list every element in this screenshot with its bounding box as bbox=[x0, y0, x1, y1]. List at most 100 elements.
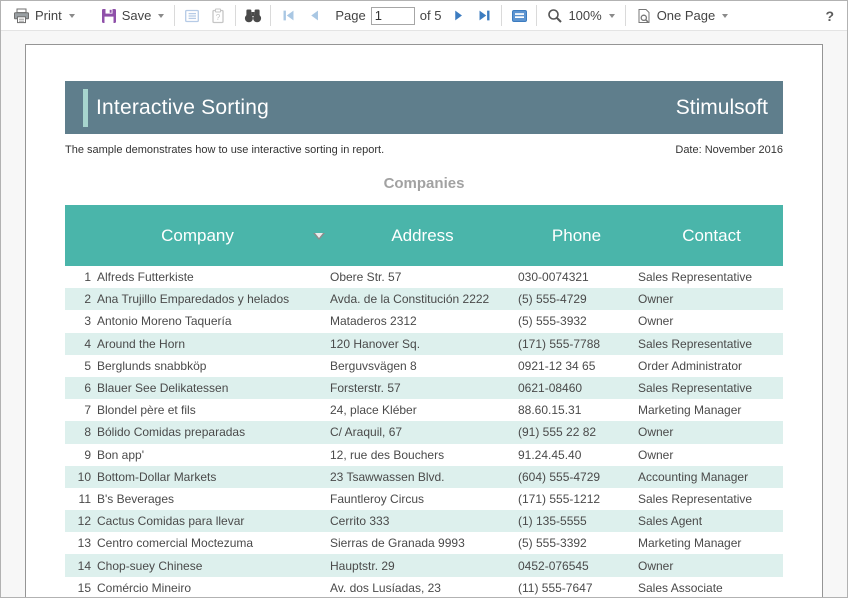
zoom-value: 100% bbox=[568, 8, 601, 23]
last-page-button[interactable] bbox=[471, 3, 497, 29]
next-page-icon bbox=[452, 9, 465, 22]
table-title: Companies bbox=[65, 175, 783, 192]
first-page-icon bbox=[282, 9, 295, 22]
sort-indicator-icon[interactable] bbox=[313, 233, 325, 240]
cell-phone: 0452-076545 bbox=[515, 559, 638, 573]
cell-company: Comércio Mineiro bbox=[97, 581, 330, 595]
cell-company: Chop-suey Chinese bbox=[97, 559, 330, 573]
cell-contact: Owner bbox=[638, 425, 785, 439]
cell-company: Alfreds Futterkiste bbox=[97, 270, 330, 284]
cell-company: Bottom-Dollar Markets bbox=[97, 470, 330, 484]
cell-phone: (91) 555 22 82 bbox=[515, 425, 638, 439]
row-number: 6 bbox=[65, 381, 97, 395]
cell-contact: Sales Representative bbox=[638, 270, 785, 284]
row-number: 11 bbox=[65, 492, 97, 506]
row-number: 12 bbox=[65, 514, 97, 528]
table-body: 1Alfreds FutterkisteObere Str. 57030-007… bbox=[65, 266, 783, 598]
magnifier-icon bbox=[547, 8, 563, 24]
first-page-button[interactable] bbox=[275, 3, 301, 29]
document-map-icon bbox=[184, 8, 200, 24]
chevron-down-icon bbox=[69, 14, 75, 18]
previous-page-icon bbox=[308, 9, 321, 22]
save-label: Save bbox=[122, 8, 152, 23]
toolbar-separator bbox=[625, 5, 626, 26]
cell-contact: Sales Representative bbox=[638, 337, 785, 351]
cell-contact: Sales Representative bbox=[638, 381, 785, 395]
row-number: 15 bbox=[65, 581, 97, 595]
column-header-phone[interactable]: Phone bbox=[515, 226, 638, 246]
toolbar-separator bbox=[501, 5, 502, 26]
cell-company: Cactus Comidas para llevar bbox=[97, 514, 330, 528]
bookmarks-button[interactable] bbox=[179, 3, 205, 29]
toolbar-separator bbox=[174, 5, 175, 26]
next-page-button[interactable] bbox=[445, 3, 471, 29]
cell-contact: Marketing Manager bbox=[638, 536, 785, 550]
full-screen-button[interactable] bbox=[506, 3, 532, 29]
previous-page-button[interactable] bbox=[301, 3, 327, 29]
row-number: 7 bbox=[65, 403, 97, 417]
column-header-company-label: Company bbox=[161, 226, 234, 245]
chevron-down-icon bbox=[158, 14, 164, 18]
chevron-down-icon bbox=[609, 14, 615, 18]
cell-contact: Owner bbox=[638, 448, 785, 462]
cell-company: Antonio Moreno Taquería bbox=[97, 314, 330, 328]
view-mode-value: One Page bbox=[657, 8, 716, 23]
cell-contact: Accounting Manager bbox=[638, 470, 785, 484]
cell-address: 12, rue des Bouchers bbox=[330, 448, 515, 462]
save-button[interactable]: Save bbox=[95, 3, 171, 29]
page-number-input[interactable] bbox=[371, 7, 415, 25]
cell-contact: Marketing Manager bbox=[638, 403, 785, 417]
cell-phone: (171) 555-1212 bbox=[515, 492, 638, 506]
brand-name: Stimulsoft bbox=[676, 96, 768, 120]
accent-bar bbox=[83, 89, 88, 127]
cell-company: Blauer See Delikatessen bbox=[97, 381, 330, 395]
cell-phone: 0621-08460 bbox=[515, 381, 638, 395]
cell-address: Cerrito 333 bbox=[330, 514, 515, 528]
find-button[interactable] bbox=[240, 3, 266, 29]
cell-contact: Sales Agent bbox=[638, 514, 785, 528]
cell-phone: 88.60.15.31 bbox=[515, 403, 638, 417]
toolbar-separator bbox=[536, 5, 537, 26]
toolbar-separator bbox=[235, 5, 236, 26]
cell-contact: Owner bbox=[638, 314, 785, 328]
cell-address: Avda. de la Constitución 2222 bbox=[330, 292, 515, 306]
cell-company: Centro comercial Moctezuma bbox=[97, 536, 330, 550]
column-header-address[interactable]: Address bbox=[330, 226, 515, 246]
cell-phone: 030-0074321 bbox=[515, 270, 638, 284]
cell-address: Berguvsvägen 8 bbox=[330, 359, 515, 373]
table-row: 13Centro comercial MoctezumaSierras de G… bbox=[65, 532, 783, 554]
print-label: Print bbox=[35, 8, 62, 23]
report-date: Date: November 2016 bbox=[675, 144, 783, 156]
zoom-dropdown[interactable]: 100% bbox=[541, 3, 620, 29]
view-mode-dropdown[interactable]: One Page bbox=[630, 3, 735, 29]
row-number: 2 bbox=[65, 292, 97, 306]
page-view-icon bbox=[636, 8, 652, 24]
report-meta: The sample demonstrates how to use inter… bbox=[65, 144, 783, 156]
column-header-company[interactable]: Company bbox=[65, 226, 330, 246]
cell-company: Blondel père et fils bbox=[97, 403, 330, 417]
viewer-area[interactable]: Interactive Sorting Stimulsoft The sampl… bbox=[1, 31, 847, 598]
report-page: Interactive Sorting Stimulsoft The sampl… bbox=[25, 44, 823, 598]
cell-address: 23 Tsawwassen Blvd. bbox=[330, 470, 515, 484]
print-button[interactable]: Print bbox=[7, 3, 81, 29]
cell-address: Forsterstr. 57 bbox=[330, 381, 515, 395]
row-number: 1 bbox=[65, 270, 97, 284]
help-button[interactable]: ? bbox=[825, 8, 834, 24]
cell-address: 24, place Kléber bbox=[330, 403, 515, 417]
report-title: Interactive Sorting bbox=[96, 96, 269, 120]
cell-phone: 91.24.45.40 bbox=[515, 448, 638, 462]
cell-contact: Sales Representative bbox=[638, 492, 785, 506]
table-row: 3Antonio Moreno TaqueríaMataderos 2312(5… bbox=[65, 310, 783, 332]
cell-phone: (5) 555-3932 bbox=[515, 314, 638, 328]
column-header-contact[interactable]: Contact bbox=[638, 226, 785, 246]
clipboard-question-icon: ? bbox=[210, 8, 226, 24]
parameters-button[interactable]: ? bbox=[205, 3, 231, 29]
printer-icon bbox=[13, 8, 30, 24]
row-number: 4 bbox=[65, 337, 97, 351]
cell-company: B's Beverages bbox=[97, 492, 330, 506]
table-row: 12Cactus Comidas para llevarCerrito 333(… bbox=[65, 510, 783, 532]
row-number: 9 bbox=[65, 448, 97, 462]
cell-address: Fauntleroy Circus bbox=[330, 492, 515, 506]
cell-address: Hauptstr. 29 bbox=[330, 559, 515, 573]
svg-text:?: ? bbox=[216, 12, 221, 21]
